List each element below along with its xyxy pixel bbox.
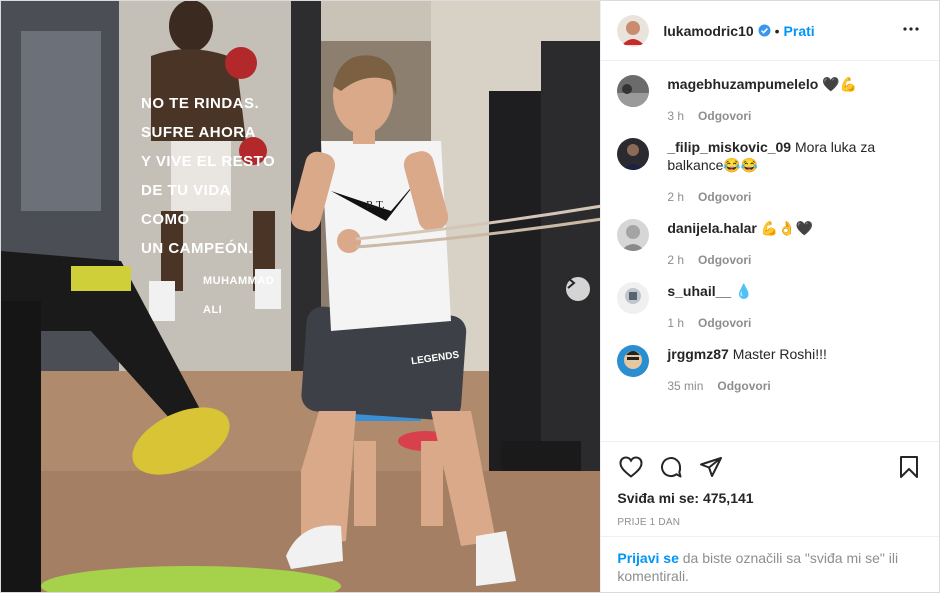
comment-username[interactable]: jrggmz87 [667,346,728,362]
comment-time[interactable]: 35 min [667,377,703,395]
next-photo-button[interactable] [566,277,590,301]
login-link[interactable]: Prijavi se [617,550,679,566]
more-options-icon[interactable] [901,19,921,39]
comments-list[interactable]: magebhuzampumelelo 🖤💪 3 h Odgovori _filip… [601,61,939,441]
comment-time[interactable]: 3 h [667,107,684,125]
comment-item: magebhuzampumelelo 🖤💪 3 h Odgovori [617,75,923,125]
commenter-avatar-image [617,219,650,251]
likes-label: Sviđa mi se: [617,490,700,506]
comment-text: 💪👌🖤 [760,220,814,236]
comment-text: 💧 [735,283,753,299]
author-avatar[interactable] [617,14,650,47]
commenter-avatar-image [617,345,650,377]
action-icons-row [617,452,923,482]
shirt-print: R.T. [366,199,385,211]
comment-username[interactable]: danijela.halar [667,220,756,236]
commenter-avatar[interactable] [617,219,650,251]
comment-text: 🖤💪 [822,76,858,92]
commenter-avatar-image [617,138,650,170]
comment-username[interactable]: s_uhail__ [667,283,731,299]
header-separator: • [774,22,780,39]
post-actions: Sviđa mi se: 475,141 PRIJE 1 DAN [601,441,939,536]
comment-icon[interactable] [657,453,685,481]
comment-body: danijela.halar 💪👌🖤 2 h Odgovori [667,219,813,269]
comment-item: _filip_miskovic_09 Mora luka za balkance… [617,138,923,206]
poster-quote: NO TE RINDAS. SUFRE AHORA Y VIVE EL REST… [141,89,281,325]
poster-line: UN CAMPEÓN. [141,240,254,257]
comment-username[interactable]: magebhuzampumelelo [667,76,818,92]
poster-line: Y VIVE EL RESTO [141,153,276,170]
commenter-avatar-image [617,282,650,314]
comment-text: Master Roshi!!! [732,346,827,362]
comment-username[interactable]: _filip_miskovic_09 [667,139,791,155]
comment-body: _filip_miskovic_09 Mora luka za balkance… [667,138,923,206]
comment-item: danijela.halar 💪👌🖤 2 h Odgovori [617,219,923,269]
comment-time[interactable]: 2 h [667,251,684,269]
heart-icon[interactable] [617,453,645,481]
post-sidebar: lukamodric10 • Prati magebhuzampumelelo … [601,1,939,592]
commenter-avatar[interactable] [617,345,650,377]
comment-item: s_uhail__ 💧 1 h Odgovori [617,282,923,332]
reply-button[interactable]: Odgovori [698,251,751,269]
commenter-avatar[interactable] [617,138,650,170]
commenter-avatar-image [617,75,650,107]
comment-time[interactable]: 1 h [667,314,684,332]
verified-badge-icon [758,24,771,37]
comment-body: jrggmz87 Master Roshi!!! 35 min Odgovori [667,345,827,395]
poster-line: NO TE RINDAS. [141,95,260,112]
commenter-avatar[interactable] [617,75,650,107]
poster-line: DE TU VIDA COMO [141,182,231,228]
reply-button[interactable]: Odgovori [698,107,751,125]
reply-button[interactable]: Odgovori [698,188,751,206]
likes-count[interactable]: Sviđa mi se: 475,141 [617,490,923,506]
gym-photo-illustration [1,1,601,592]
commenter-avatar[interactable] [617,282,650,314]
login-prompt: Prijavi se da biste označili sa "sviđa m… [601,536,939,592]
chevron-right-icon [567,277,576,289]
instagram-post: NO TE RINDAS. SUFRE AHORA Y VIVE EL REST… [0,0,940,593]
author-avatar-image [617,14,650,47]
comment-item: jrggmz87 Master Roshi!!! 35 min Odgovori [617,345,923,395]
comment-body: magebhuzampumelelo 🖤💪 3 h Odgovori [667,75,857,125]
author-username[interactable]: lukamodric10 [663,23,753,39]
comment-time[interactable]: 2 h [667,188,684,206]
share-icon[interactable] [697,453,725,481]
post-photo[interactable]: NO TE RINDAS. SUFRE AHORA Y VIVE EL REST… [1,1,602,592]
reply-button[interactable]: Odgovori [698,314,751,332]
poster-author: MUHAMMAD ALI [203,275,275,316]
bookmark-icon[interactable] [895,453,923,481]
follow-button[interactable]: Prati [784,23,815,39]
poster-line: SUFRE AHORA [141,124,256,141]
comment-body: s_uhail__ 💧 1 h Odgovori [667,282,752,332]
post-date[interactable]: PRIJE 1 DAN [617,517,923,528]
likes-number: 475,141 [702,490,754,506]
reply-button[interactable]: Odgovori [717,377,770,395]
post-header: lukamodric10 • Prati [601,1,939,61]
